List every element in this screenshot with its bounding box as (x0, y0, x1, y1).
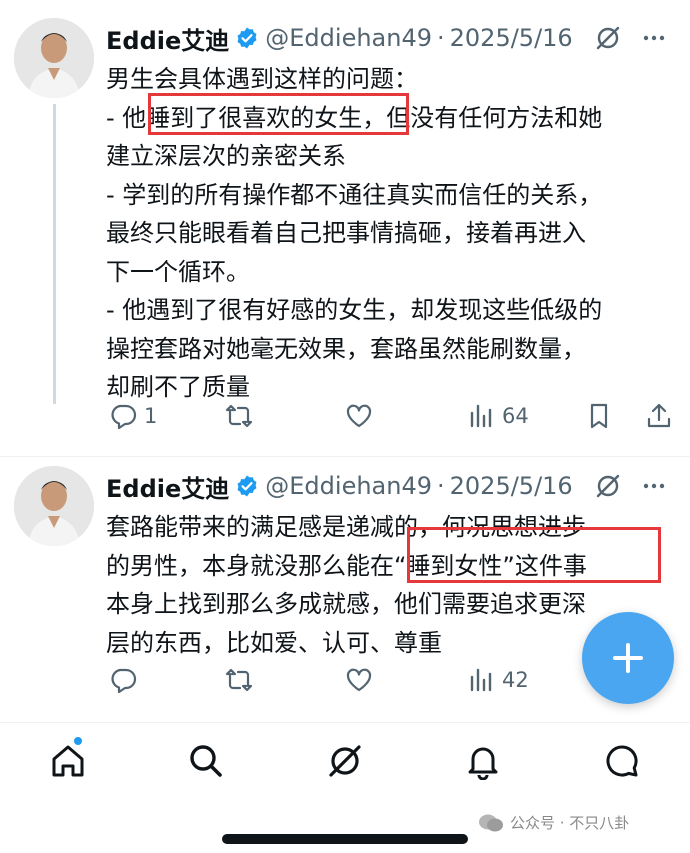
highlight-box (407, 527, 661, 583)
view-count: 64 (502, 404, 529, 428)
bookmark-button[interactable] (584, 401, 614, 431)
separator: · (437, 24, 445, 52)
wechat-icon (479, 814, 503, 831)
tab-grok[interactable] (325, 739, 365, 783)
screen: Eddie艾迪 @Eddiehan49 · 2025/5/16 男生会具体遇到这… (0, 0, 690, 853)
grok-icon (329, 745, 361, 777)
bottom-tab-bar (0, 722, 690, 801)
plus-icon (613, 643, 643, 673)
verified-badge-icon (237, 475, 257, 497)
repost-icon (225, 404, 253, 428)
author-name[interactable]: Eddie艾迪 (106, 21, 229, 56)
reply-count: 1 (144, 404, 158, 428)
author-handle[interactable]: @Eddiehan49 (265, 472, 432, 500)
avatar[interactable] (14, 18, 94, 98)
repost-button[interactable] (224, 401, 260, 431)
thread-line (53, 104, 56, 404)
bookmark-icon (590, 403, 608, 429)
reply-button[interactable] (108, 665, 144, 695)
share-icon (647, 403, 671, 428)
author-handle[interactable]: @Eddiehan49 (265, 24, 432, 52)
tweet-actions: 1 64 (106, 396, 676, 436)
author-name[interactable]: Eddie艾迪 (106, 469, 229, 504)
watermark-text: 公众号 · 不只八卦 (510, 814, 630, 832)
tweet-date[interactable]: 2025/5/16 (450, 472, 573, 500)
like-button[interactable] (344, 665, 380, 695)
verified-badge-icon (237, 27, 257, 49)
views-button[interactable]: 42 (466, 665, 529, 695)
views-icon (470, 668, 492, 692)
home-icon (52, 745, 84, 777)
compose-button[interactable] (582, 612, 674, 704)
tab-messages[interactable] (602, 739, 642, 783)
views-button[interactable]: 64 (466, 401, 529, 431)
tweet-line: - 学到的所有操作都不通往真实而信任的关系， (106, 180, 603, 209)
reply-icon (111, 404, 137, 430)
tab-search[interactable] (186, 739, 226, 783)
repost-icon (225, 668, 253, 692)
bell-icon (468, 747, 498, 780)
divider (0, 456, 690, 457)
notification-dot (74, 737, 82, 745)
share-button[interactable] (644, 401, 674, 431)
tweet-line: 操控套路对她毫无效果，套路虽然能刷数量， (106, 334, 586, 363)
avatar[interactable] (14, 466, 94, 546)
tweet-line: 最终只能眼看着自己把事情搞砸，接着再进入 (106, 219, 586, 247)
more-options-icon[interactable] (640, 472, 668, 500)
separator: · (437, 472, 445, 500)
more-options-icon[interactable] (640, 24, 668, 52)
view-count: 42 (502, 668, 529, 692)
messages-icon (606, 745, 638, 777)
home-indicator (222, 834, 468, 844)
heart-icon (346, 404, 372, 428)
like-button[interactable] (344, 401, 380, 431)
tab-home[interactable] (48, 737, 88, 783)
tweet-line: 本身上找到那么多成就感，他们需要追求更深 (106, 590, 586, 618)
watermark: 公众号 · 不只八卦 (478, 812, 629, 833)
search-icon (190, 745, 222, 777)
repost-button[interactable] (224, 665, 260, 695)
views-icon (470, 404, 492, 428)
tweet-line: 下一个循环。 (106, 257, 250, 286)
tab-notifications[interactable] (463, 739, 503, 783)
reply-icon (111, 668, 137, 694)
grok-icon[interactable] (594, 24, 622, 52)
tweet-date[interactable]: 2025/5/16 (450, 24, 573, 52)
tweet-line: 建立深层次的亲密关系 (106, 142, 346, 170)
tweet-header: Eddie艾迪 @Eddiehan49 · 2025/5/16 (106, 18, 676, 58)
tweet-line: - 他遇到了很有好感的女生，却发现这些低级的 (106, 296, 603, 324)
reply-button[interactable]: 1 (108, 401, 157, 431)
heart-icon (346, 668, 372, 692)
tweet-header: Eddie艾迪 @Eddiehan49 · 2025/5/16 (106, 466, 676, 506)
highlight-box (148, 93, 409, 135)
grok-icon[interactable] (594, 472, 622, 500)
